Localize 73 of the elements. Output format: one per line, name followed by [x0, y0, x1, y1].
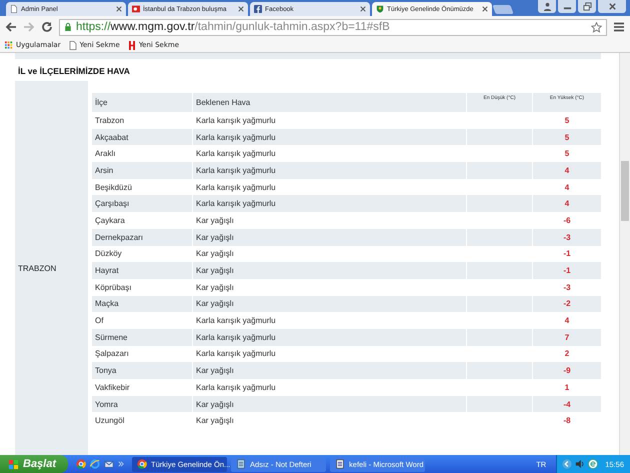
- high-temp-cell: -3: [532, 228, 601, 246]
- forecast-cell: Kar yağışlı: [193, 362, 467, 379]
- district-cell: Tonya: [92, 362, 193, 379]
- district-cell: Yomra: [92, 396, 193, 412]
- section-title: İL ve İLÇELERİMİZDE HAVA: [17, 65, 131, 78]
- district-cell: Akçaabat: [92, 128, 193, 146]
- start-button[interactable]: Başlat: [0, 455, 68, 473]
- high-temp-cell: -1: [532, 262, 601, 279]
- address-bar[interactable]: https://www.mgm.gov.tr/tahmin/gunluk-tahmin.aspx?b=11#sfB: [59, 18, 607, 36]
- close-tab-icon[interactable]: [360, 6, 366, 12]
- h-logo-icon: [128, 40, 136, 50]
- circle-e-icon[interactable]: [588, 459, 598, 469]
- high-temp-cell: -8: [532, 412, 601, 430]
- district-cell: Uzungöl: [92, 412, 193, 430]
- district-cell: Dernekpazarı: [92, 228, 193, 246]
- high-temp-cell: 4: [532, 195, 601, 212]
- high-temp-cell: 5: [532, 128, 601, 146]
- facebook-icon: [254, 5, 262, 13]
- column-header: İlçe: [92, 93, 193, 112]
- notepad-icon: [236, 459, 246, 469]
- high-temp-cell: 7: [532, 328, 601, 346]
- url-text: https://www.mgm.gov.tr/tahmin/gunluk-tahmin.aspx?b=11#sfB: [76, 21, 391, 33]
- star-icon[interactable]: [591, 22, 602, 32]
- close-tab-icon[interactable]: [238, 6, 244, 12]
- speaker-icon[interactable]: [575, 459, 586, 469]
- forecast-cell: Kar yağışlı: [193, 228, 467, 246]
- close-icon: [608, 2, 616, 11]
- high-temp-cell: 4: [532, 162, 601, 179]
- close-button[interactable]: [598, 0, 626, 13]
- column-header: Beklenen Hava: [193, 93, 467, 112]
- forecast-cell: Kar yağışlı: [193, 412, 467, 430]
- email-icon[interactable]: [104, 459, 114, 469]
- forecast-cell: Kar yağışlı: [193, 296, 467, 312]
- district-cell: Sürmene: [92, 328, 193, 346]
- province-name: TRABZON: [18, 264, 56, 272]
- close-tab-icon[interactable]: [116, 6, 122, 12]
- forecast-cell: Karla karışık yağmurlu: [193, 328, 467, 346]
- page-icon: [68, 40, 77, 50]
- lock-icon: [64, 22, 72, 32]
- chevron-icon[interactable]: [562, 459, 572, 469]
- forecast-cell: Kar yağışlı: [193, 262, 467, 279]
- menu-icon[interactable]: [613, 21, 625, 33]
- page-icon: [10, 5, 18, 13]
- close-tab-icon[interactable]: [482, 6, 488, 12]
- user-button[interactable]: [538, 0, 556, 13]
- back-icon[interactable]: [5, 21, 17, 33]
- emblem-icon: [376, 5, 384, 13]
- internet-explorer-icon[interactable]: [90, 459, 100, 469]
- windows-logo-icon: [8, 458, 19, 470]
- reload-icon[interactable]: [41, 21, 53, 33]
- minimize-button[interactable]: [558, 0, 576, 13]
- district-cell: Arsin: [92, 162, 193, 179]
- restore-button[interactable]: [578, 0, 596, 13]
- high-temp-cell: -2: [532, 296, 601, 312]
- district-cell: Çarşıbaşı: [92, 195, 193, 212]
- user-icon: [542, 2, 552, 11]
- apps-grid-icon: [5, 40, 13, 50]
- chrome-icon[interactable]: [76, 459, 86, 469]
- forecast-cell: Karla karışık yağmurlu: [193, 195, 467, 212]
- chrome-icon: [137, 459, 148, 469]
- more-icon[interactable]: [118, 461, 124, 467]
- scroll-thumb[interactable]: [621, 161, 629, 221]
- district-cell: Maçka: [92, 296, 193, 312]
- restore-icon: [582, 2, 592, 11]
- forecast-cell: Karla karışık yağmurlu: [193, 128, 467, 146]
- document-icon: [335, 459, 346, 469]
- flag-icon: [132, 5, 140, 13]
- forecast-cell: Karla karışık yağmurlu: [193, 162, 467, 179]
- forecast-cell: Kar yağışlı: [193, 396, 467, 412]
- high-temp-cell: -9: [532, 362, 601, 379]
- high-temp-cell: -4: [532, 396, 601, 412]
- district-cell: Hayrat: [92, 262, 193, 279]
- scrollbar[interactable]: [619, 53, 630, 455]
